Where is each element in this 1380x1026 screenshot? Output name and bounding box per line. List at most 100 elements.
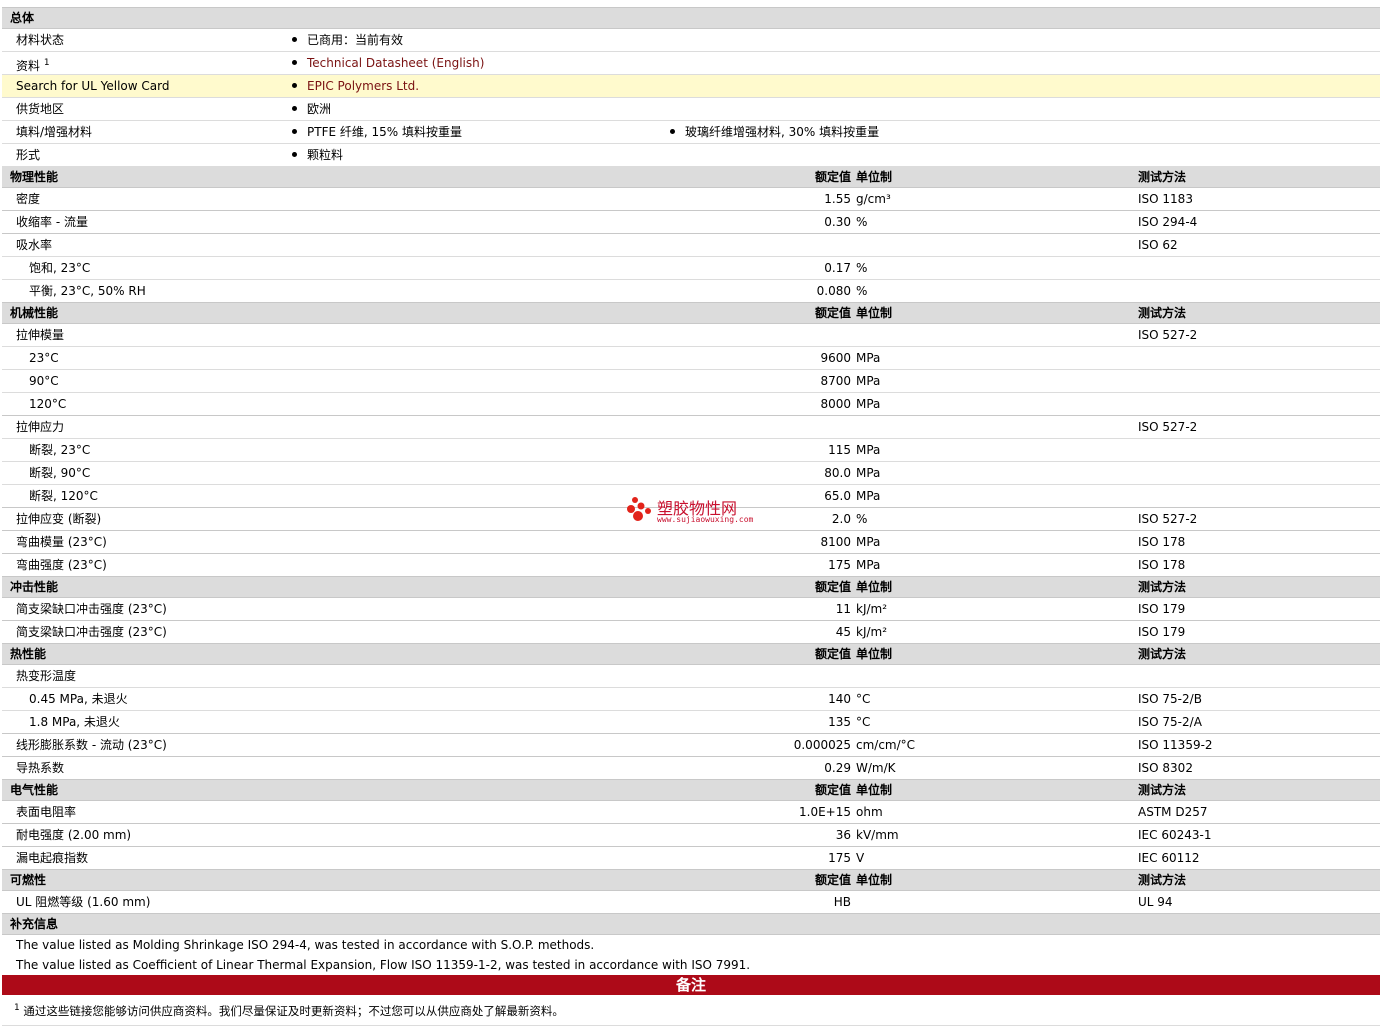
property-row: UL 阻燃等级 (1.60 mm) HB UL 94 bbox=[2, 891, 1380, 914]
section-title: 补充信息 bbox=[10, 917, 59, 931]
section-title: 热性能 bbox=[10, 647, 47, 661]
property-label: 简支梁缺口冲击强度 (23°C) bbox=[16, 625, 167, 639]
section-header: 物理性能 额定值 单位制 测试方法 bbox=[2, 167, 1380, 188]
general-row-label[interactable]: Search for UL Yellow Card bbox=[16, 75, 169, 97]
general-row-item: 已商用：当前有效 bbox=[292, 29, 403, 51]
property-unit: MPa bbox=[856, 489, 881, 503]
general-row-value: 玻璃纤维增强材料, 30% 填料按重量 bbox=[685, 125, 880, 139]
property-unit: °C bbox=[856, 692, 871, 706]
property-test-method: ISO 1183 bbox=[1138, 192, 1193, 206]
header-test-method: 测试方法 bbox=[1138, 580, 1187, 594]
general-row-label-text: 形式 bbox=[16, 148, 41, 162]
bullet-icon bbox=[292, 152, 297, 157]
general-row-item: 颗粒料 bbox=[292, 144, 343, 166]
general-row-link[interactable]: EPIC Polymers Ltd. bbox=[307, 79, 419, 93]
section-title: 总体 bbox=[10, 11, 35, 25]
property-unit: kV/mm bbox=[856, 828, 899, 842]
header-test-method: 测试方法 bbox=[1138, 783, 1187, 797]
property-label: 断裂, 120°C bbox=[29, 489, 98, 503]
property-value: 175 bbox=[828, 851, 851, 865]
property-label: 弯曲模量 (23°C) bbox=[16, 535, 107, 549]
property-row: 弯曲模量 (23°C) 8100 MPa ISO 178 bbox=[2, 531, 1380, 554]
property-label: 吸水率 bbox=[16, 238, 53, 252]
general-row-label-text: 资料 bbox=[16, 59, 41, 73]
property-test-method: ISO 179 bbox=[1138, 602, 1186, 616]
general-row-value: PTFE 纤维, 15% 填料按重量 bbox=[307, 125, 462, 139]
property-unit: % bbox=[856, 512, 868, 526]
property-unit: MPa bbox=[856, 397, 881, 411]
property-label: 90°C bbox=[29, 374, 59, 388]
general-row-label: 资料 1 bbox=[16, 52, 50, 77]
property-unit: % bbox=[856, 284, 868, 298]
property-value: 1.55 bbox=[824, 192, 851, 206]
property-label: 拉伸应力 bbox=[16, 420, 65, 434]
property-value: 45 bbox=[835, 625, 851, 639]
header-unit: 单位制 bbox=[856, 873, 893, 887]
property-unit: MPa bbox=[856, 443, 881, 457]
property-row: 1.8 MPa, 未退火 135 °C ISO 75-2/A bbox=[2, 711, 1380, 734]
notes-banner: 备注 bbox=[2, 975, 1380, 995]
property-value: 0.30 bbox=[824, 215, 851, 229]
property-value: 8100 bbox=[820, 535, 851, 549]
watermark-url: www.sujiaowuxing.com bbox=[657, 515, 754, 524]
property-label: 表面电阻率 bbox=[16, 805, 77, 819]
property-test-method: UL 94 bbox=[1138, 895, 1173, 909]
section-title: 冲击性能 bbox=[10, 580, 59, 594]
property-value: 8000 bbox=[820, 397, 851, 411]
property-test-method: ISO 62 bbox=[1138, 238, 1178, 252]
property-row: 平衡, 23°C, 50% RH 0.080% bbox=[2, 280, 1380, 303]
property-value: 9600 bbox=[820, 351, 851, 365]
general-row-label-text[interactable]: Search for UL Yellow Card bbox=[16, 79, 169, 93]
property-value: 80.0 bbox=[824, 466, 851, 480]
property-row: 120°C 8000 MPa bbox=[2, 393, 1380, 416]
general-row: 形式 颗粒料 bbox=[2, 144, 1380, 167]
property-label: 拉伸模量 bbox=[16, 328, 65, 342]
general-row-item[interactable]: EPIC Polymers Ltd. bbox=[292, 75, 419, 97]
property-unit: MPa bbox=[856, 466, 881, 480]
section-header: 冲击性能 额定值 单位制 测试方法 bbox=[2, 577, 1380, 598]
footnote-marker: 1 bbox=[14, 1003, 20, 1013]
property-unit: °C bbox=[856, 715, 871, 729]
property-label: 1.8 MPa, 未退火 bbox=[29, 715, 120, 729]
header-value: 额定值 bbox=[814, 306, 851, 320]
general-row-link[interactable]: Technical Datasheet (English) bbox=[307, 56, 484, 70]
section-title: 电气性能 bbox=[10, 783, 59, 797]
footnote: 1 通过这些链接您能够访问供应商资料。我们尽量保证及时更新资料；不过您可以从供应… bbox=[2, 995, 1380, 1026]
property-value: 11 bbox=[835, 602, 851, 616]
property-test-method: ISO 527-2 bbox=[1138, 328, 1198, 342]
property-label: 120°C bbox=[29, 397, 67, 411]
property-row: 弯曲强度 (23°C) 175 MPa ISO 178 bbox=[2, 554, 1380, 577]
bullet-icon bbox=[670, 129, 675, 134]
header-value: 额定值 bbox=[814, 647, 851, 661]
property-unit: MPa bbox=[856, 351, 881, 365]
general-row-item[interactable]: Technical Datasheet (English) bbox=[292, 52, 484, 74]
property-row: 拉伸模量 ISO 527-2 bbox=[2, 324, 1380, 347]
general-row-label-text: 供货地区 bbox=[16, 102, 65, 116]
property-label: 简支梁缺口冲击强度 (23°C) bbox=[16, 602, 167, 616]
property-row: 23°C 9600 MPa bbox=[2, 347, 1380, 370]
property-row: 耐电强度 (2.00 mm) 36 kV/mm IEC 60243-1 bbox=[2, 824, 1380, 847]
property-unit: ohm bbox=[856, 805, 883, 819]
general-row: 材料状态 已商用：当前有效 bbox=[2, 29, 1380, 52]
property-row: 导热系数 0.29 W/m/K ISO 8302 bbox=[2, 757, 1380, 780]
section-header-supplement: 补充信息 bbox=[2, 914, 1380, 935]
general-row-item: 玻璃纤维增强材料, 30% 填料按重量 bbox=[670, 121, 879, 143]
property-unit: W/m/K bbox=[856, 761, 896, 775]
property-row: 简支梁缺口冲击强度 (23°C) 11 kJ/m² ISO 179 bbox=[2, 598, 1380, 621]
general-row-label: 供货地区 bbox=[16, 98, 64, 120]
property-row: 吸水率 ISO 62 bbox=[2, 234, 1380, 257]
property-test-method: ISO 179 bbox=[1138, 625, 1186, 639]
property-value: 0.000025 bbox=[793, 738, 851, 752]
property-unit: cm/cm/°C bbox=[856, 738, 916, 752]
watermark-dots-icon bbox=[627, 497, 651, 521]
general-row-item: 欧洲 bbox=[292, 98, 331, 120]
general-row-item: PTFE 纤维, 15% 填料按重量 bbox=[292, 121, 462, 143]
property-unit: kJ/m² bbox=[856, 625, 888, 639]
property-unit: % bbox=[856, 261, 868, 275]
header-value: 额定值 bbox=[814, 170, 851, 184]
bullet-icon bbox=[292, 129, 297, 134]
bullet-icon bbox=[292, 106, 297, 111]
property-label: 密度 bbox=[16, 192, 41, 206]
general-row-value: 已商用：当前有效 bbox=[307, 33, 404, 47]
property-label: 热变形温度 bbox=[16, 669, 77, 683]
